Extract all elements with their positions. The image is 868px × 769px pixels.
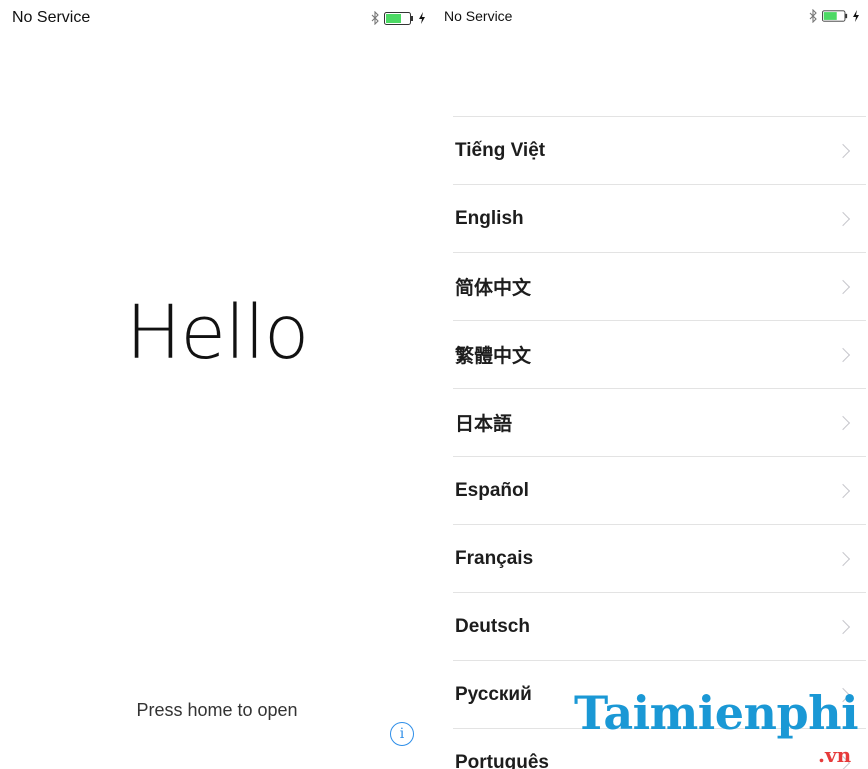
- watermark-logo: Taimienphi: [574, 686, 859, 740]
- info-button[interactable]: i: [390, 722, 414, 746]
- language-row-japanese[interactable]: 日本語: [453, 389, 866, 457]
- press-home-hint: Press home to open: [136, 700, 298, 720]
- language-row-french[interactable]: Français: [453, 525, 866, 593]
- chevron-right-icon: [835, 619, 851, 634]
- language-label: English: [455, 207, 524, 229]
- language-row-german[interactable]: Deutsch: [453, 593, 866, 661]
- status-icons: [808, 9, 860, 23]
- battery-icon: [384, 11, 413, 25]
- language-row-simplified-chinese[interactable]: 简体中文: [453, 253, 866, 321]
- language-label: 简体中文: [455, 278, 532, 299]
- language-list: Tiếng Việt English 简体中文 繁體中文 日本語 Español…: [453, 116, 866, 769]
- language-screen: No Service Tiếng Việt English 简体中文 繁體中文: [434, 0, 868, 769]
- hello-greeting: Hello: [125, 290, 310, 376]
- bluetooth-icon: [371, 11, 379, 25]
- watermark-suffix: .vn: [818, 743, 852, 767]
- language-label: Tiếng Việt: [455, 139, 546, 161]
- language-label: Deutsch: [455, 615, 530, 637]
- language-label: Русский: [455, 683, 532, 705]
- language-label: 繁體中文: [455, 346, 532, 367]
- charging-icon: [853, 10, 859, 22]
- chevron-right-icon: [835, 211, 851, 226]
- chevron-right-icon: [835, 279, 851, 294]
- hello-screen: No Service Hello Press home to open i: [0, 0, 434, 769]
- chevron-right-icon: [835, 415, 851, 430]
- chevron-right-icon: [835, 347, 851, 362]
- chevron-right-icon: [835, 483, 851, 498]
- language-row-english[interactable]: English: [453, 185, 866, 253]
- language-label: 日本語: [455, 414, 513, 435]
- status-icons: [370, 11, 426, 25]
- carrier-label: No Service: [444, 8, 513, 24]
- language-label: Português: [455, 751, 549, 769]
- battery-icon: [822, 10, 848, 22]
- bluetooth-icon: [809, 9, 817, 23]
- language-row-traditional-chinese[interactable]: 繁體中文: [453, 321, 866, 389]
- carrier-label: No Service: [12, 9, 91, 26]
- chevron-right-icon: [835, 551, 851, 566]
- language-label: Français: [455, 547, 534, 569]
- charging-icon: [419, 12, 425, 24]
- language-label: Español: [455, 479, 529, 501]
- language-row-spanish[interactable]: Español: [453, 457, 866, 525]
- info-icon: i: [399, 726, 405, 742]
- chevron-right-icon: [835, 143, 851, 158]
- language-row-tieng-viet[interactable]: Tiếng Việt: [453, 117, 866, 185]
